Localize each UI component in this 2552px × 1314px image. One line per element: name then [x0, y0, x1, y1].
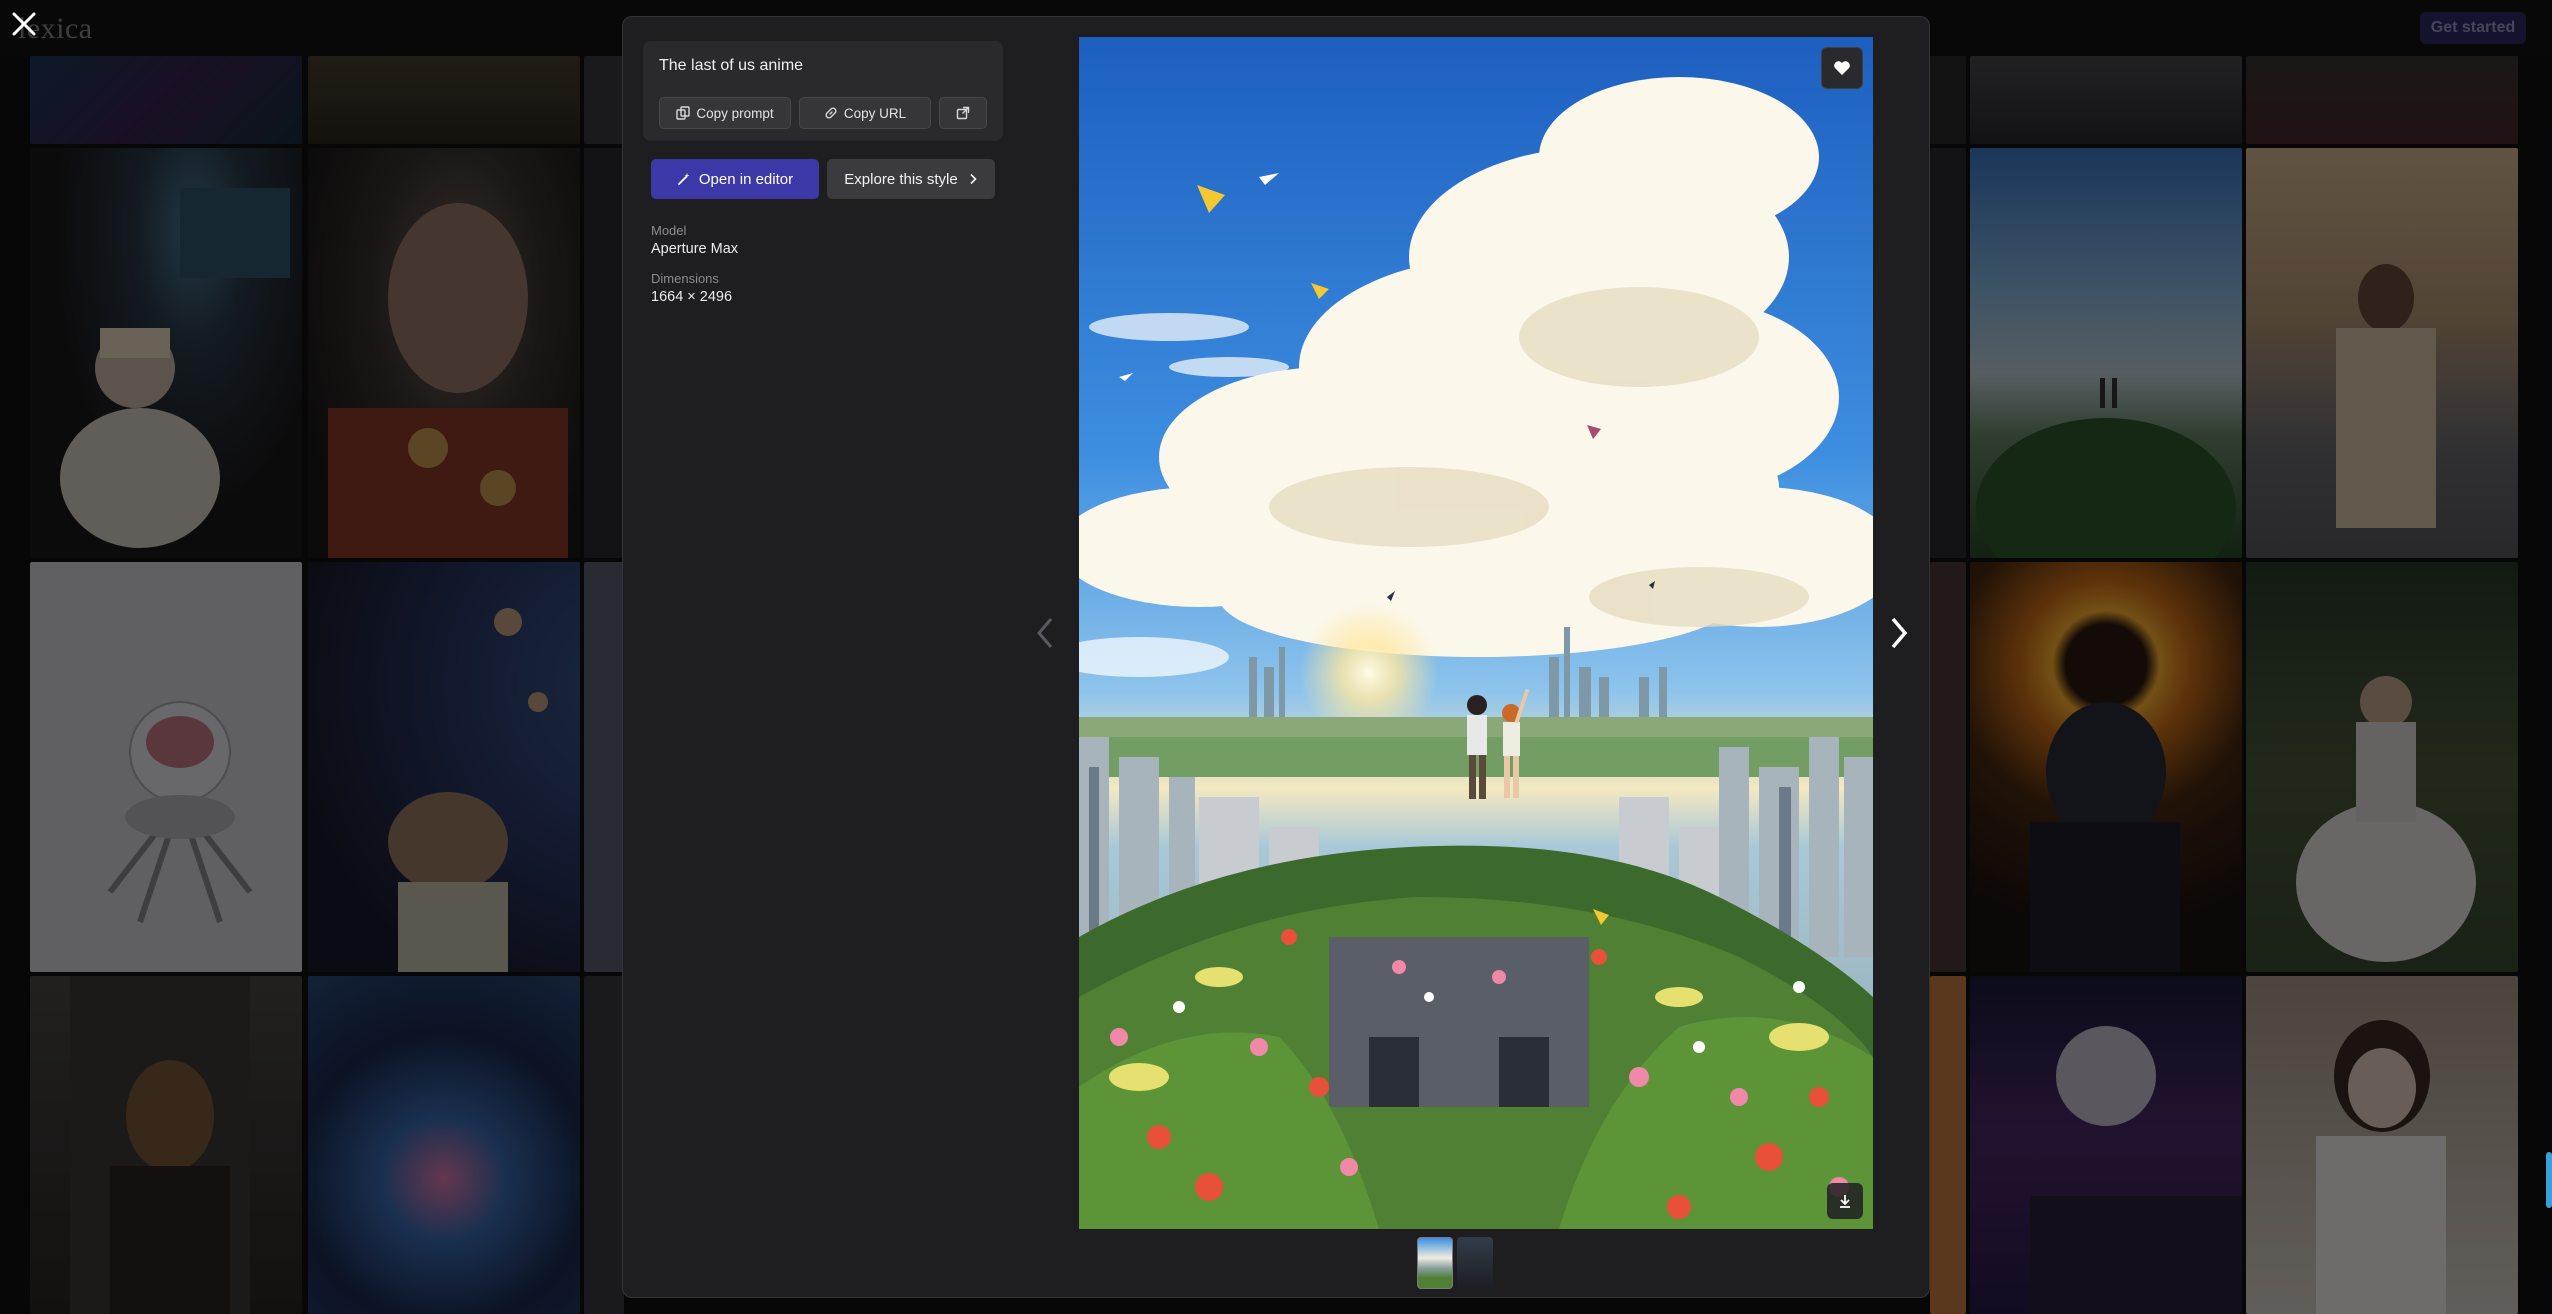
model-label: Model	[651, 223, 687, 238]
tile-art	[60, 188, 290, 548]
gallery-tile[interactable]	[1930, 976, 1966, 1314]
tile-art	[2316, 1020, 2446, 1314]
gallery-tile[interactable]	[1930, 56, 1966, 144]
gallery-tile[interactable]	[30, 148, 302, 558]
model-value: Aperture Max	[651, 241, 739, 257]
favorite-button[interactable]	[1821, 47, 1863, 89]
chevron-right-icon	[1891, 617, 1908, 649]
gallery-tile[interactable]	[30, 56, 302, 144]
gallery-tile[interactable]	[308, 562, 580, 972]
close-icon	[12, 12, 36, 36]
gallery-tile[interactable]	[308, 976, 580, 1314]
tile-art	[70, 976, 250, 1314]
gallery-tile[interactable]	[2246, 562, 2518, 972]
external-link-icon	[956, 106, 970, 120]
next-image-button[interactable]	[1881, 609, 1917, 657]
copy-url-button[interactable]: Copy URL	[799, 97, 931, 129]
gallery-tile[interactable]	[1970, 148, 2242, 558]
tile-art	[2336, 264, 2436, 528]
copy-icon	[676, 106, 691, 120]
prompt-card: The last of us anime Copy prompt Copy UR…	[643, 41, 1003, 141]
open-in-editor-label: Open in editor	[698, 170, 794, 188]
thumbnail-1[interactable]	[1417, 1237, 1453, 1289]
dimensions-label: Dimensions	[651, 271, 719, 286]
gallery-tile[interactable]	[584, 148, 624, 558]
copy-prompt-button[interactable]: Copy prompt	[659, 97, 791, 129]
open-in-editor-button[interactable]: Open in editor	[651, 159, 819, 199]
copy-prompt-label: Copy prompt	[696, 105, 774, 121]
previous-image-button[interactable]	[1027, 609, 1063, 657]
gallery-tile[interactable]	[584, 562, 624, 972]
tile-art	[1976, 378, 2236, 558]
explore-style-label: Explore this style	[844, 170, 958, 188]
tile-art	[2030, 702, 2180, 972]
tile-art	[107, 701, 253, 923]
download-icon	[1840, 1195, 1850, 1208]
gallery-tile[interactable]	[1930, 562, 1966, 972]
tile-art	[2030, 1026, 2242, 1314]
close-button[interactable]	[6, 6, 42, 42]
gallery-tile[interactable]	[30, 976, 302, 1314]
explore-style-button[interactable]: Explore this style	[827, 159, 995, 199]
gallery-tile[interactable]	[308, 56, 580, 144]
copy-url-label: Copy URL	[843, 105, 907, 121]
gallery-tile[interactable]	[1970, 56, 2242, 144]
anime-scene-image	[1079, 37, 1873, 1229]
chevron-left-icon	[1037, 618, 1053, 648]
dimensions-value: 1664 × 2496	[651, 289, 733, 305]
gallery-tile[interactable]	[2246, 148, 2518, 558]
gallery-tile[interactable]	[1970, 562, 2242, 972]
image-detail-modal: The last of us anime Copy prompt Copy UR…	[622, 16, 1930, 1298]
gallery-tile[interactable]	[2246, 56, 2518, 144]
magic-wand-icon	[677, 173, 690, 185]
tile-art	[328, 203, 568, 558]
main-image	[1079, 37, 1873, 1229]
gallery-tile[interactable]	[584, 56, 624, 144]
thumbnail-2[interactable]	[1457, 1237, 1493, 1289]
open-external-button[interactable]	[939, 97, 987, 129]
gallery-tile[interactable]	[584, 976, 624, 1314]
link-icon	[825, 107, 837, 119]
chevron-right-icon	[970, 173, 977, 185]
heart-icon	[1834, 61, 1850, 75]
download-button[interactable]	[1827, 1183, 1863, 1219]
gallery-tile[interactable]	[30, 562, 302, 972]
gallery-tile[interactable]	[1970, 976, 2242, 1314]
prompt-text: The last of us anime	[659, 57, 804, 74]
tile-art	[2296, 676, 2476, 962]
tile-art	[388, 608, 548, 972]
scrollbar-thumb[interactable]	[2546, 1152, 2552, 1208]
gallery-tile[interactable]	[2246, 976, 2518, 1314]
gallery-tile[interactable]	[308, 148, 580, 558]
get-started-button[interactable]: Get started	[2420, 12, 2526, 44]
gallery-tile[interactable]	[1930, 148, 1966, 558]
